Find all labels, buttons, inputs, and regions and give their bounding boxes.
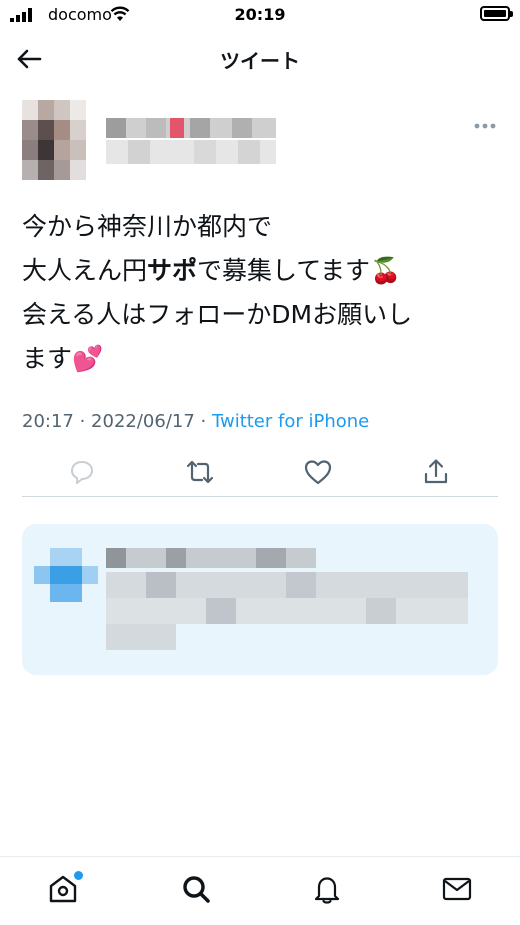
tweet-line-4: ます💕 — [22, 337, 492, 381]
battery-icon — [480, 6, 510, 21]
cherry-emoji: 🍒 — [370, 256, 402, 285]
tweet-line-2-end: で募集してます — [197, 256, 371, 285]
username-blurred — [106, 140, 276, 164]
notifications-icon[interactable] — [310, 872, 344, 906]
battery-cap — [510, 11, 513, 17]
tab-bar-divider — [0, 856, 520, 857]
reply-card[interactable] — [22, 524, 498, 675]
search-icon[interactable] — [179, 872, 213, 906]
divider — [22, 496, 498, 497]
tweet-line-1: 今から神奈川か都内で — [22, 212, 273, 241]
retweet-icon[interactable] — [184, 456, 216, 488]
tweet-line-4-text: ます — [22, 344, 73, 373]
tweet-source-link[interactable]: Twitter for iPhone — [212, 411, 369, 432]
hearts-emoji: 💕 — [72, 344, 104, 373]
tweet-time: 20:17 · 2022/06/17 · — [22, 411, 212, 432]
status-bar: docomo 20:19 — [0, 0, 520, 30]
tweet-line-3: 会える人はフォローかDMお願いし — [22, 300, 413, 329]
card-text-blurred — [106, 572, 468, 650]
clock: 20:19 — [234, 5, 286, 24]
tweet-line-2: 大人えん円サポで募集してます🍒 — [22, 249, 492, 293]
card-avatar-blurred — [34, 548, 98, 602]
tweet-line-2-start: 大人えん円 — [22, 256, 148, 285]
more-options-icon[interactable] — [470, 118, 500, 134]
tweet-timestamp: 20:17 · 2022/06/17 · Twitter for iPhone — [22, 411, 369, 432]
page-title: ツイート — [220, 49, 300, 73]
display-name-blurred[interactable] — [106, 118, 276, 138]
tweet-text: 今から神奈川か都内で 大人えん円サポで募集してます🍒 会える人はフォローかDMお… — [22, 205, 492, 381]
reply-icon[interactable] — [66, 456, 98, 488]
tweet-bold-word: サポ — [147, 256, 198, 285]
share-icon[interactable] — [420, 456, 452, 488]
home-notification-dot — [72, 869, 85, 882]
like-icon[interactable] — [302, 456, 334, 488]
avatar[interactable] — [22, 100, 86, 180]
card-name-blurred — [106, 548, 316, 568]
messages-icon[interactable] — [440, 872, 474, 906]
